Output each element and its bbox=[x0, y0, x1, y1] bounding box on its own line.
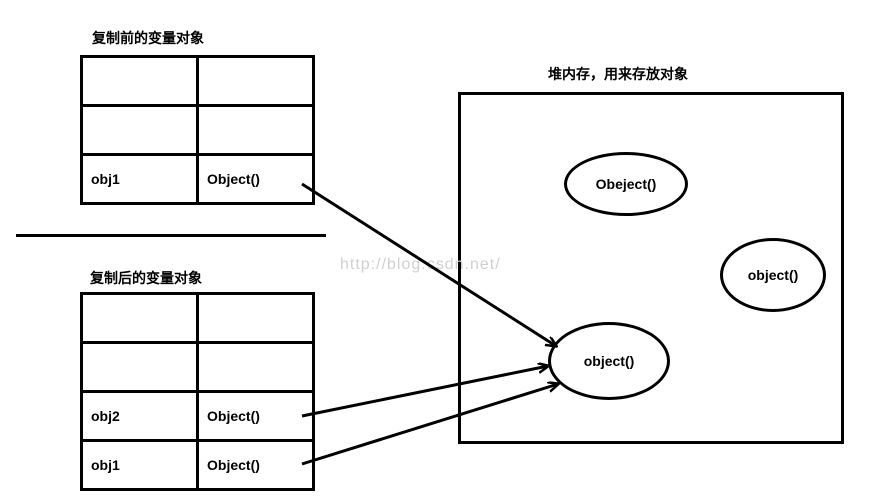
cell bbox=[82, 57, 198, 106]
heap-object-2: object() bbox=[720, 238, 826, 312]
cell-obj1: obj1 bbox=[82, 441, 198, 490]
title-heap: 堆内存，用来存放对象 bbox=[548, 64, 688, 84]
heap-object-label: object() bbox=[584, 353, 635, 369]
cell bbox=[82, 106, 198, 155]
cell bbox=[82, 294, 198, 343]
table-before: obj1 Object() bbox=[80, 55, 315, 205]
cell-obj2: obj2 bbox=[82, 392, 198, 441]
table-row bbox=[82, 106, 314, 155]
cell-object-ref: Object() bbox=[198, 392, 314, 441]
cell-object-ref: Object() bbox=[198, 441, 314, 490]
cell bbox=[198, 343, 314, 392]
cell bbox=[82, 343, 198, 392]
cell bbox=[198, 294, 314, 343]
title-after: 复制后的变量对象 bbox=[90, 268, 202, 288]
diagram-canvas: 复制前的变量对象 obj1 Object() 复制后的变量对象 obj2 bbox=[0, 0, 886, 504]
table-after: obj2 Object() obj1 Object() bbox=[80, 292, 315, 491]
table-row: obj1 Object() bbox=[82, 441, 314, 490]
title-before: 复制前的变量对象 bbox=[92, 28, 204, 48]
table-row: obj1 Object() bbox=[82, 155, 314, 204]
cell bbox=[198, 106, 314, 155]
table-row bbox=[82, 57, 314, 106]
cell-obj1: obj1 bbox=[82, 155, 198, 204]
heap-object-3: object() bbox=[548, 322, 670, 400]
section-divider bbox=[16, 234, 326, 237]
heap-object-label: object() bbox=[748, 267, 799, 283]
table-row: obj2 Object() bbox=[82, 392, 314, 441]
cell-object-ref: Object() bbox=[198, 155, 314, 204]
heap-object-label: Obeject() bbox=[596, 176, 657, 192]
table-row bbox=[82, 343, 314, 392]
heap-object-1: Obeject() bbox=[564, 152, 688, 216]
table-row bbox=[82, 294, 314, 343]
cell bbox=[198, 57, 314, 106]
